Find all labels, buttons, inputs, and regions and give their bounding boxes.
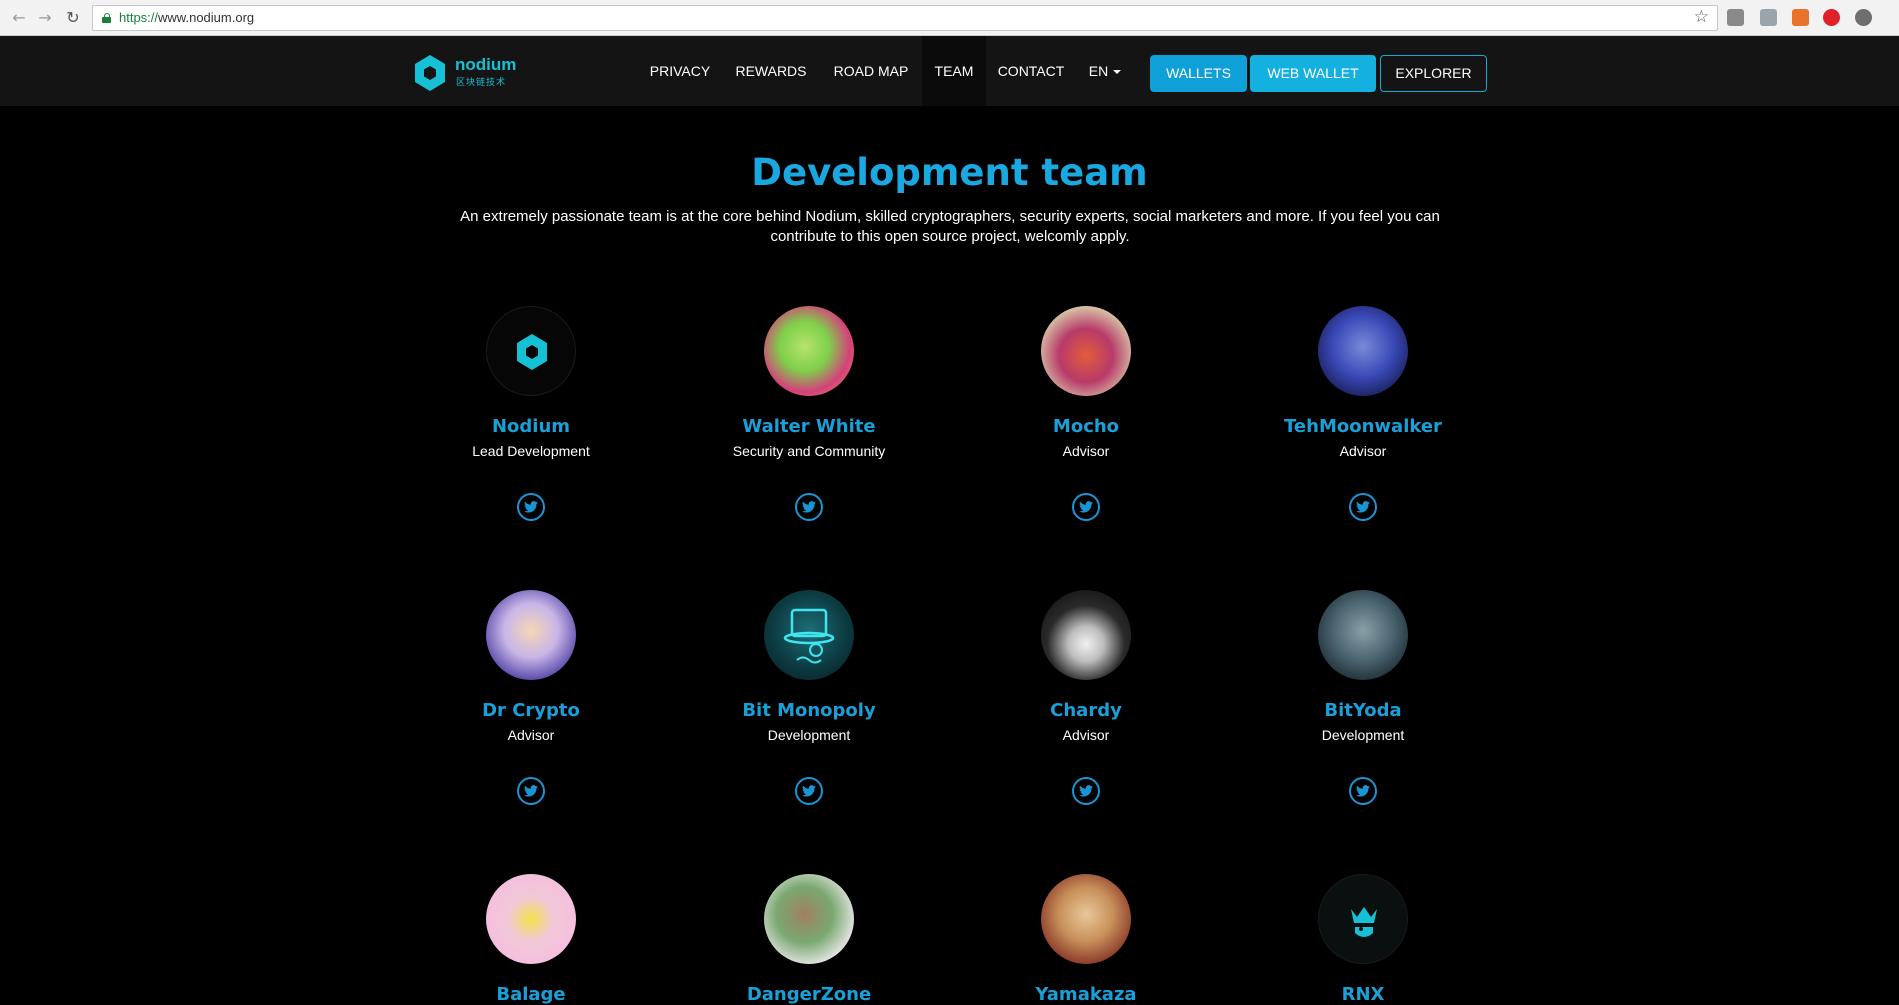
twitter-icon[interactable] [795,493,823,521]
intro-text: An extremely passionate team is at the c… [460,208,1440,245]
lock-icon [102,13,111,23]
twitter-icon[interactable] [1072,777,1100,805]
nav-rewards[interactable]: REWARDS [724,36,818,106]
member-name: BitYoda [1324,700,1402,721]
avatar [1041,306,1131,396]
member-name: Mocho [1052,416,1120,437]
avatar [486,306,576,396]
top-hat-icon [783,608,835,664]
wallets-button[interactable]: WALLETS [1150,55,1247,92]
member-name: Yamakaza [1035,984,1137,1005]
bookmark-star-icon[interactable]: ☆ [1694,7,1709,27]
member-name: Chardy [1050,700,1122,721]
extension-icon[interactable] [1855,9,1872,26]
hexagon-logo-icon [415,55,445,91]
avatar [764,306,854,396]
twitter-icon[interactable] [1349,777,1377,805]
member-name: DangerZone [746,984,872,1005]
avatar [486,874,576,964]
caret-down-icon [1113,70,1122,75]
member-name: Dr Crypto [482,700,580,721]
nav-contact[interactable]: CONTACT [990,36,1072,106]
logo-subtitle: 区块链技术 [456,78,507,88]
member-role: Lead Development [472,443,590,459]
twitter-icon[interactable] [1072,493,1100,521]
language-dropdown[interactable]: EN [1080,36,1130,106]
crown-logo-icon [1351,907,1377,937]
member-role: Advisor [1062,727,1110,743]
nav-team[interactable]: TEAM [922,36,986,106]
site-header: nodium 区块链技术 PRIVACY REWARDS ROAD MAP TE… [0,36,1899,106]
avatar [1318,874,1408,964]
member-name: Nodium [491,416,571,437]
extension-icon[interactable] [1792,9,1809,26]
extension-icon[interactable] [1760,9,1777,26]
avatar [1041,590,1131,680]
language-label: EN [1088,63,1109,79]
member-role: Security and Community [732,443,886,459]
member-role: Advisor [507,727,555,743]
twitter-icon[interactable] [517,493,545,521]
back-arrow-icon[interactable]: ← [8,7,30,29]
member-name: Balage [496,984,566,1005]
member-name: Bit Monopoly [742,700,876,721]
twitter-icon[interactable] [1349,493,1377,521]
avatar [1318,590,1408,680]
member-role: Development [1321,727,1405,743]
member-name: Walter White [742,416,876,437]
reload-icon[interactable]: ↻ [62,7,84,29]
avatar [1041,874,1131,964]
page-title: Development team [751,151,1148,194]
url-text: https://www.nodium.org [119,10,255,25]
browser-toolbar: ← → ↻ https://www.nodium.org ☆ [0,0,1899,36]
member-role: Advisor [1339,443,1387,459]
avatar [764,874,854,964]
member-name: TehMoonwalker [1284,416,1442,437]
forward-arrow-icon[interactable]: → [34,7,56,29]
avatar [486,590,576,680]
twitter-icon[interactable] [795,777,823,805]
site-logo[interactable]: nodium 区块链技术 [413,52,533,92]
member-name: RNX [1341,984,1385,1005]
web-wallet-button[interactable]: WEB WALLET [1250,55,1376,92]
logo-name: nodium [455,55,517,74]
nav-road-map[interactable]: ROAD MAP [822,36,920,106]
twitter-icon[interactable] [517,777,545,805]
explorer-button[interactable]: EXPLORER [1380,55,1487,92]
opera-icon[interactable] [1823,9,1840,26]
extension-icon[interactable] [1727,9,1744,26]
nav-privacy[interactable]: PRIVACY [640,36,720,106]
hexagon-logo-icon [517,334,547,370]
member-role: Advisor [1062,443,1110,459]
avatar [764,590,854,680]
member-role: Development [767,727,851,743]
address-bar[interactable]: https://www.nodium.org ☆ [92,5,1718,31]
avatar [1318,306,1408,396]
